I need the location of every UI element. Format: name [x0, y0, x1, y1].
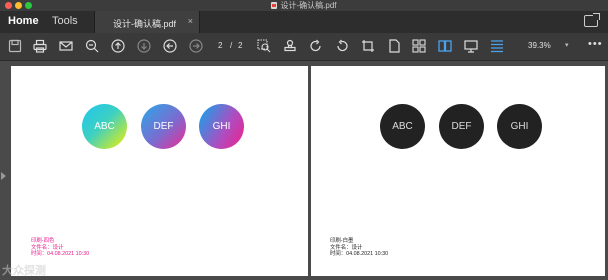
next-page-icon[interactable] [137, 39, 151, 53]
forward-icon[interactable] [189, 39, 203, 53]
circle-swatch: GHI [199, 104, 244, 149]
marquee-zoom-icon[interactable] [257, 39, 271, 53]
email-icon[interactable] [59, 39, 73, 53]
window-title-text: 设计-确认稿.pdf [280, 1, 337, 10]
document-tab-label: 设计-确认稿.pdf [113, 19, 177, 29]
circle-swatch: DEF [439, 104, 484, 149]
print-type-text: 印刷-四色 [31, 238, 55, 244]
page-separator: / [230, 41, 233, 50]
crop-icon[interactable] [361, 39, 375, 53]
tab-bar: Home Tools 设计-确认稿.pdf × [0, 11, 608, 33]
presentation-mode-icon[interactable] [464, 39, 478, 53]
zoom-out-icon[interactable] [85, 39, 99, 53]
page-total: 2 [238, 41, 243, 50]
print-icon[interactable] [33, 39, 47, 53]
circle-swatch: DEF [141, 104, 186, 149]
circle-swatch: GHI [497, 104, 542, 149]
save-icon[interactable] [8, 39, 22, 53]
expand-left-panel-icon[interactable] [1, 172, 6, 180]
print-info: 印刷-四色 文件名：设计 时间：04.08.2021 10:30 [31, 238, 89, 258]
circle-swatch: ABC [82, 104, 127, 149]
toolbar: 2 / 2 39.3% ▾ ••• [0, 33, 608, 61]
document-tab[interactable]: 设计-确认稿.pdf × [94, 11, 200, 33]
tools-tab[interactable]: Tools [52, 15, 78, 27]
time-text: 时间：04.08.2021 10:30 [31, 251, 90, 258]
pdf-file-icon [271, 2, 278, 9]
rotate-clockwise-icon[interactable] [309, 39, 323, 53]
previous-page-icon[interactable] [111, 39, 125, 53]
current-page-field[interactable]: 2 [218, 41, 222, 50]
print-type-text: 印刷-白墨 [330, 238, 354, 244]
organize-pages-icon[interactable] [412, 39, 426, 53]
back-icon[interactable] [163, 39, 177, 53]
page-icon[interactable] [387, 39, 401, 53]
home-tab[interactable]: Home [8, 15, 39, 27]
window-title: 设计-确认稿.pdf [0, 0, 608, 11]
zoom-level[interactable]: 39.3% [528, 41, 551, 50]
two-page-view-icon[interactable] [438, 39, 452, 53]
chevron-down-icon[interactable]: ▾ [565, 41, 569, 49]
watermark: 大众探测 [2, 265, 46, 277]
stamp-icon[interactable] [283, 39, 297, 53]
pdf-page-2: ABC DEF GHI 印刷-白墨 文件名：设计 时间：04.08.2021 1… [311, 66, 605, 276]
pdf-page-1: ABC DEF GHI 印刷-四色 文件名：设计 时间：04.08.2021 1… [11, 66, 308, 276]
circle-swatch: ABC [380, 104, 425, 149]
close-tab-icon[interactable]: × [188, 16, 193, 26]
more-options-icon[interactable]: ••• [588, 38, 603, 50]
rotate-counterclockwise-icon[interactable] [335, 39, 349, 53]
time-text: 时间：04.08.2021 10:30 [330, 251, 389, 258]
window-titlebar: 设计-确认稿.pdf [0, 0, 608, 11]
scroll-mode-icon[interactable] [490, 39, 504, 53]
share-icon[interactable] [584, 13, 600, 27]
print-info: 印刷-白墨 文件名：设计 时间：04.08.2021 10:30 [330, 238, 388, 258]
